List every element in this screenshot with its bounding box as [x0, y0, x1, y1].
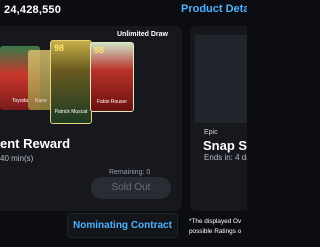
rarity-label: Epic: [204, 129, 218, 136]
player-name: Fabio Rouser: [96, 99, 127, 105]
remaining-count: Remaining: 0: [109, 169, 151, 176]
coin-balance: 24,428,550: [4, 4, 62, 16]
unlimited-draw-tag: Unlimited Draw: [117, 31, 168, 38]
disclaimer-line: *The displayed Ov: [189, 218, 242, 225]
disclaimer-note: *The displayed Ov possible Ratings o: [189, 217, 247, 237]
sold-out-button: Sold Out: [91, 177, 171, 199]
featured-players: Toyoda Kane 98 Patrick Muscat 98 Fabio R…: [0, 40, 182, 124]
contract-thumbnail: [195, 35, 247, 123]
contract-ends: Ends in: 4 da: [204, 153, 247, 162]
contract-ends: 40 min(s): [0, 154, 34, 163]
product-detail-link[interactable]: Product Detail: [181, 3, 247, 15]
player-rating: 98: [94, 45, 105, 55]
disclaimer-line: possible Ratings o: [189, 228, 242, 235]
player-rating: 98: [54, 43, 65, 53]
player-card: 98 Patrick Muscat: [50, 40, 92, 124]
top-bar: 24,428,550 Product Detail: [0, 0, 247, 22]
nominating-contract-label: Nominating Contract: [73, 220, 172, 231]
contract-title: Snap Stri: [203, 138, 247, 153]
player-card: 98 Fabio Rouser: [90, 42, 134, 112]
screen: 24,428,550 Product Detail Unlimited Draw…: [0, 0, 247, 247]
contract-card-snap[interactable]: Epic Snap Stri Ends in: 4 da: [190, 26, 247, 211]
contract-card-reward[interactable]: Unlimited Draw Toyoda Kane 98 Patrick Mu…: [0, 26, 182, 211]
nominating-contract-button[interactable]: Nominating Contract: [67, 213, 178, 238]
contract-title: ent Reward: [0, 136, 71, 151]
player-name: Patrick Muscat: [54, 109, 88, 115]
